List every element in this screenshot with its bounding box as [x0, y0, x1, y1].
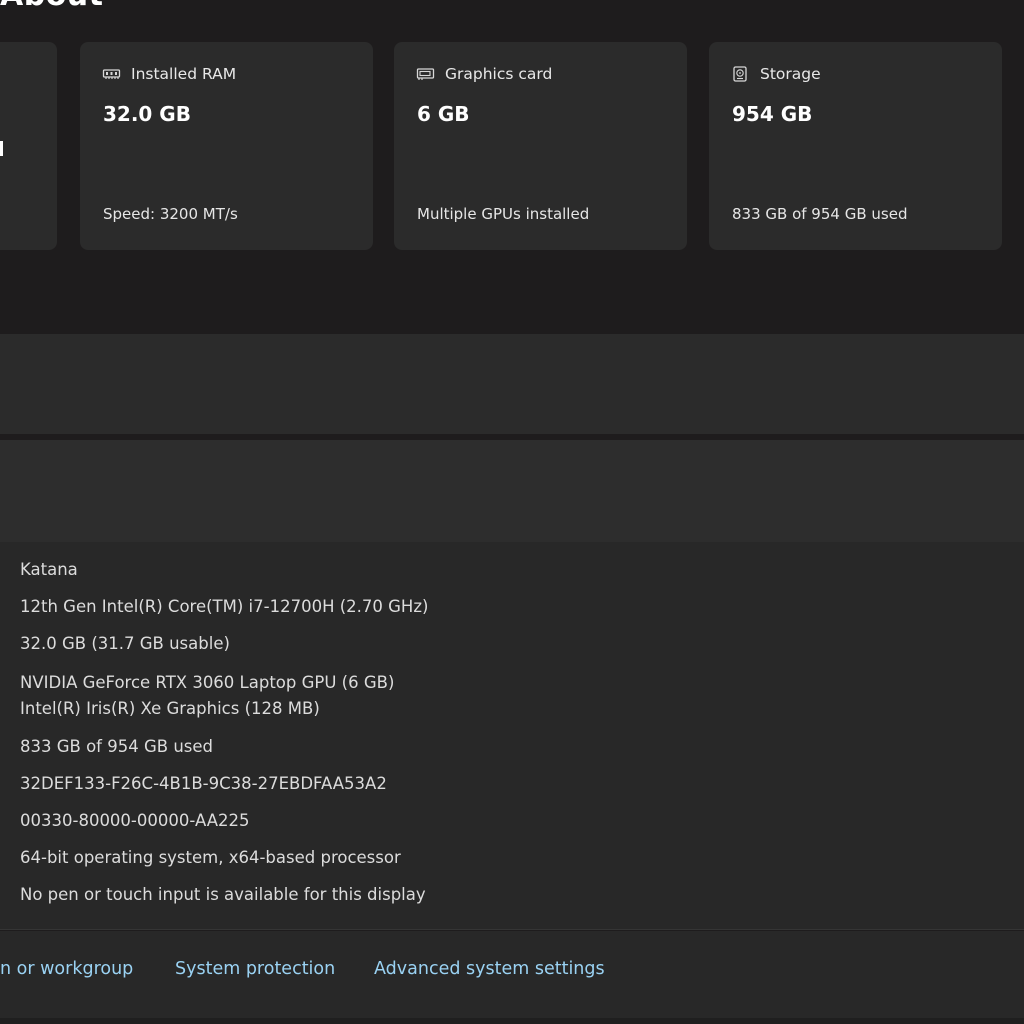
device-specifications-title-row[interactable] [0, 440, 1024, 542]
system-protection-link[interactable]: System protection [175, 959, 335, 979]
graphics-card-label: Graphics card [445, 65, 553, 83]
installed-ram-speed: Speed: 3200 MT/s [103, 205, 238, 223]
device-specifications-panel: Katana 12th Gen Intel(R) Core(TM) i7-127… [0, 542, 1024, 930]
bottom-divider [0, 1018, 1024, 1024]
processor-card-partial-text [0, 141, 3, 156]
spec-graphics-secondary: Intel(R) Iris(R) Xe Graphics (128 MB) [20, 699, 320, 718]
page-title: About [0, 0, 104, 13]
installed-ram-value: 32.0 GB [103, 102, 191, 126]
storage-card-header: Storage [731, 65, 821, 83]
advanced-system-settings-link[interactable]: Advanced system settings [374, 959, 605, 979]
graphics-card-icon [416, 66, 435, 82]
spec-system-type: 64-bit operating system, x64-based proce… [20, 848, 401, 867]
installed-ram-card: Installed RAM 32.0 GB Speed: 3200 MT/s [80, 42, 373, 250]
graphics-card-detail: Multiple GPUs installed [417, 205, 590, 223]
graphics-card-header: Graphics card [416, 65, 552, 83]
related-links-bar: n or workgroup System protection Advance… [0, 931, 1024, 1024]
ram-icon [102, 66, 121, 82]
processor-card-partial [0, 42, 57, 250]
device-specifications-section-header[interactable] [0, 334, 1024, 434]
spec-device-id: 32DEF133-F26C-4B1B-9C38-27EBDFAA53A2 [20, 774, 387, 793]
spec-pen-touch: No pen or touch input is available for t… [20, 885, 426, 904]
storage-label: Storage [760, 65, 821, 83]
storage-value: 954 GB [732, 102, 813, 126]
spec-processor: 12th Gen Intel(R) Core(TM) i7-12700H (2.… [20, 597, 429, 616]
installed-ram-card-header: Installed RAM [102, 65, 236, 83]
installed-ram-label: Installed RAM [131, 65, 237, 83]
spec-graphics-primary: NVIDIA GeForce RTX 3060 Laptop GPU (6 GB… [20, 673, 395, 692]
about-page: About Installed RAM 32.0 GB [0, 0, 1024, 1024]
spec-device-name: Katana [20, 560, 78, 579]
domain-or-workgroup-link[interactable]: n or workgroup [0, 959, 133, 979]
spec-storage: 833 GB of 954 GB used [20, 737, 214, 756]
graphics-card-card: Graphics card 6 GB Multiple GPUs install… [394, 42, 687, 250]
spec-product-id: 00330-80000-00000-AA225 [20, 811, 250, 830]
graphics-card-value: 6 GB [417, 102, 470, 126]
spec-installed-ram: 32.0 GB (31.7 GB usable) [20, 634, 230, 653]
storage-icon [731, 66, 750, 82]
storage-detail: 833 GB of 954 GB used [732, 205, 908, 223]
storage-card: Storage 954 GB 833 GB of 954 GB used [709, 42, 1002, 250]
